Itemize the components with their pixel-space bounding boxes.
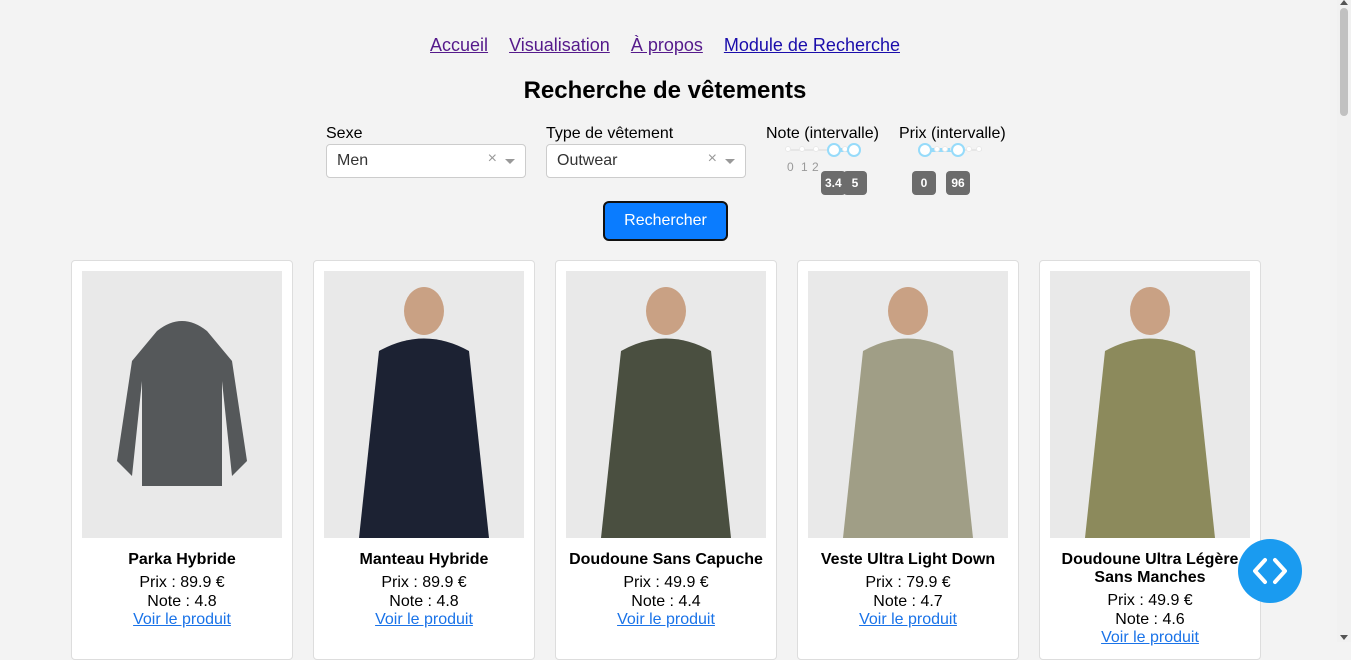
chevrons-left-right-icon bbox=[1253, 558, 1287, 584]
clear-type-icon[interactable]: × bbox=[708, 150, 717, 168]
rating-value: 4.8 bbox=[194, 593, 217, 610]
chevron-down-icon[interactable] bbox=[505, 159, 515, 164]
floating-code-button[interactable] bbox=[1238, 539, 1302, 603]
product-name: Doudoune Ultra Légère Sans Manches bbox=[1061, 551, 1239, 586]
sexe-selected-value: Men bbox=[337, 152, 369, 169]
prix-min-handle[interactable] bbox=[918, 143, 932, 157]
prix-slider-dot bbox=[976, 146, 982, 152]
product-rating: Note : 4.4 bbox=[556, 593, 776, 611]
price-prefix: Prix : bbox=[381, 574, 423, 591]
nav-link-visualisation[interactable]: Visualisation bbox=[509, 35, 610, 55]
note-min-tooltip: 3.4 bbox=[821, 171, 846, 195]
product-link-row: Voir le produit bbox=[314, 611, 534, 629]
product-image[interactable] bbox=[808, 271, 1008, 538]
rating-prefix: Note : bbox=[147, 593, 195, 610]
product-rating: Note : 4.7 bbox=[798, 593, 1018, 611]
product-link-row: Voir le produit bbox=[1040, 629, 1260, 647]
product-link-row: Voir le produit bbox=[798, 611, 1018, 629]
rating-prefix: Note : bbox=[873, 593, 921, 610]
note-range-slider[interactable]: 0 1 2 3.4 5 bbox=[785, 140, 867, 195]
note-mark: 0 bbox=[787, 160, 794, 174]
price-value: 49.9 € bbox=[1148, 592, 1193, 609]
type-selected-value: Outwear bbox=[557, 152, 618, 169]
rating-prefix: Note : bbox=[389, 593, 437, 610]
view-product-link[interactable]: Voir le produit bbox=[133, 611, 231, 628]
price-prefix: Prix : bbox=[865, 574, 907, 591]
price-value: 89.9 € bbox=[422, 574, 467, 591]
prix-range-slider[interactable]: 0 96 bbox=[912, 140, 982, 195]
product-image[interactable] bbox=[324, 271, 524, 538]
note-mark: 1 bbox=[801, 160, 808, 174]
product-price: Prix : 79.9 € bbox=[798, 574, 1018, 592]
prix-min-tooltip: 0 bbox=[912, 171, 936, 195]
note-max-tooltip: 5 bbox=[843, 171, 867, 195]
prix-slider-dot bbox=[934, 146, 940, 152]
prix-max-handle[interactable] bbox=[951, 143, 965, 157]
price-prefix: Prix : bbox=[139, 574, 181, 591]
view-product-link[interactable]: Voir le produit bbox=[617, 611, 715, 628]
product-name: Veste Ultra Light Down bbox=[820, 551, 996, 568]
prix-slider-dot bbox=[966, 146, 972, 152]
product-name: Doudoune Sans Capuche bbox=[569, 551, 763, 568]
prix-slider-dot bbox=[942, 146, 948, 152]
nav-link-a-propos[interactable]: À propos bbox=[631, 35, 703, 55]
price-value: 49.9 € bbox=[664, 574, 709, 591]
scrollbar-thumb[interactable] bbox=[1340, 8, 1348, 116]
product-price: Prix : 89.9 € bbox=[72, 574, 292, 592]
rating-prefix: Note : bbox=[631, 593, 679, 610]
product-rating: Note : 4.6 bbox=[1040, 611, 1260, 629]
type-select[interactable]: Outwear × bbox=[546, 144, 746, 178]
note-slider-dot bbox=[799, 146, 805, 152]
product-image[interactable] bbox=[82, 271, 282, 538]
note-slider-dot bbox=[785, 146, 791, 152]
scroll-down-icon[interactable] bbox=[1340, 635, 1348, 640]
top-nav: Accueil Visualisation À propos Module de… bbox=[0, 35, 1330, 56]
view-product-link[interactable]: Voir le produit bbox=[859, 611, 957, 628]
product-card[interactable]: Veste Ultra Light Down Prix : 79.9 € Note … bbox=[797, 260, 1019, 660]
product-link-row: Voir le produit bbox=[72, 611, 292, 629]
rating-value: 4.4 bbox=[678, 593, 701, 610]
prix-max-tooltip: 96 bbox=[946, 171, 970, 195]
note-max-handle[interactable] bbox=[847, 143, 861, 157]
rating-value: 4.6 bbox=[1162, 611, 1185, 628]
price-value: 89.9 € bbox=[180, 574, 225, 591]
note-min-handle[interactable] bbox=[827, 143, 841, 157]
nav-link-module-recherche[interactable]: Module de Recherche bbox=[724, 35, 900, 55]
scroll-up-icon[interactable] bbox=[1340, 0, 1348, 5]
product-card[interactable]: Doudoune Ultra Légère Sans Manches Prix :… bbox=[1039, 260, 1261, 660]
price-value: 79.9 € bbox=[906, 574, 951, 591]
product-card[interactable]: Parka Hybride Prix : 89.9 € Note : 4.8 Voir… bbox=[71, 260, 293, 660]
type-label: Type de vêtement bbox=[546, 125, 674, 142]
product-image[interactable] bbox=[566, 271, 766, 538]
clear-sexe-icon[interactable]: × bbox=[488, 150, 497, 168]
rating-prefix: Note : bbox=[1115, 611, 1163, 628]
product-link-row: Voir le produit bbox=[556, 611, 776, 629]
note-mark: 2 bbox=[812, 160, 819, 174]
price-prefix: Prix : bbox=[623, 574, 665, 591]
rating-value: 4.7 bbox=[920, 593, 943, 610]
nav-link-accueil[interactable]: Accueil bbox=[430, 35, 488, 55]
scrollbar[interactable] bbox=[1337, 0, 1351, 642]
product-rating: Note : 4.8 bbox=[314, 593, 534, 611]
product-price: Prix : 49.9 € bbox=[1040, 592, 1260, 610]
search-button[interactable]: Rechercher bbox=[603, 201, 728, 241]
view-product-link[interactable]: Voir le produit bbox=[1101, 629, 1199, 646]
page-title: Recherche de vêtements bbox=[523, 77, 807, 104]
product-card[interactable]: Doudoune Sans Capuche Prix : 49.9 € Note :… bbox=[555, 260, 777, 660]
product-price: Prix : 49.9 € bbox=[556, 574, 776, 592]
product-name: Manteau Hybride bbox=[359, 551, 489, 568]
product-card[interactable]: Manteau Hybride Prix : 89.9 € Note : 4.8 Vo… bbox=[313, 260, 535, 660]
sexe-select[interactable]: Men × bbox=[326, 144, 526, 178]
sexe-label: Sexe bbox=[326, 125, 363, 142]
product-rating: Note : 4.8 bbox=[72, 593, 292, 611]
chevron-down-icon[interactable] bbox=[725, 159, 735, 164]
product-price: Prix : 89.9 € bbox=[314, 574, 534, 592]
rating-value: 4.8 bbox=[436, 593, 459, 610]
price-prefix: Prix : bbox=[1107, 592, 1149, 609]
product-image[interactable] bbox=[1050, 271, 1250, 538]
view-product-link[interactable]: Voir le produit bbox=[375, 611, 473, 628]
product-name: Parka Hybride bbox=[128, 551, 236, 568]
note-slider-dot bbox=[813, 146, 819, 152]
